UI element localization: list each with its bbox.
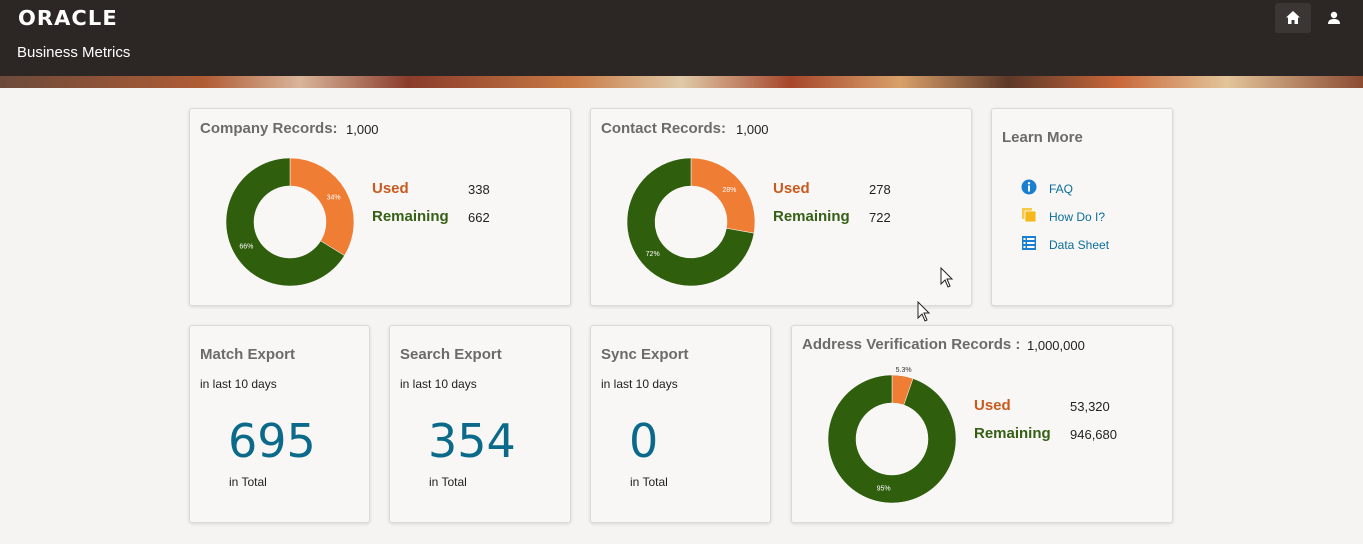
match-export-card: Match Export in last 10 days 695 in Tota…: [189, 325, 370, 523]
used-value: 338: [468, 182, 490, 197]
remaining-percent-label: 66%: [239, 243, 253, 250]
remaining-value: 662: [468, 210, 490, 225]
remaining-percent-label: 72%: [646, 251, 660, 258]
remaining-slice[interactable]: [827, 374, 957, 504]
card-subtitle: in last 10 days: [601, 377, 678, 391]
learn-more-card: Learn More FAQ How Do I? Data Sheet: [991, 108, 1173, 306]
remaining-percent-label: 95%: [877, 485, 891, 492]
total-label: in Total: [229, 475, 267, 489]
total-value: 1,000: [736, 122, 769, 137]
address-verification-card: Address Verification Records : 1,000,000…: [791, 325, 1173, 523]
total-value: 1,000: [346, 122, 379, 137]
match-export-count: 695: [228, 414, 316, 468]
pages-icon[interactable]: [1021, 207, 1037, 223]
card-title: Contact Records:: [601, 120, 727, 137]
header-banner-image: [0, 76, 1363, 88]
company-records-card: Company Records: 1,000 34% 66% Used 338 R…: [189, 108, 571, 306]
total-value: 1,000,000: [1027, 338, 1085, 353]
used-percent-label: 28%: [722, 187, 736, 194]
search-export-count: 354: [428, 414, 516, 468]
card-title: Search Export: [400, 346, 502, 363]
total-label: in Total: [630, 475, 668, 489]
list-icon[interactable]: [1021, 235, 1037, 251]
user-icon: [1328, 11, 1340, 24]
sync-export-count: 0: [629, 414, 659, 468]
used-percent-label: 5.3%: [896, 367, 912, 374]
card-title: Address Verification Records :: [802, 336, 1021, 353]
mouse-cursor: [917, 301, 931, 322]
card-title: Company Records:: [200, 120, 338, 137]
page-title: Business Metrics: [17, 44, 131, 61]
used-percent-label: 34%: [327, 195, 341, 202]
how-do-i-link[interactable]: How Do I?: [1049, 210, 1105, 224]
used-slice[interactable]: [289, 157, 355, 256]
card-subtitle: in last 10 days: [200, 377, 277, 391]
used-value: 53,320: [1070, 399, 1110, 414]
address-donut-chart[interactable]: 5.3% 95%: [827, 367, 957, 504]
card-title: Match Export: [200, 346, 296, 363]
contact-records-card: Contact Records: 1,000 28% 72% Used 278 R…: [590, 108, 972, 306]
mouse-cursor: [940, 267, 954, 288]
remaining-label: Remaining: [974, 425, 1051, 442]
remaining-value: 722: [869, 210, 891, 225]
remaining-label: Remaining: [773, 208, 850, 225]
used-slice[interactable]: [690, 157, 756, 234]
card-title: Sync Export: [601, 346, 689, 363]
used-label: Used: [773, 180, 810, 197]
remaining-value: 946,680: [1070, 427, 1117, 442]
info-icon[interactable]: [1021, 179, 1037, 195]
card-title: Learn More: [1002, 129, 1083, 146]
total-label: in Total: [429, 475, 467, 489]
user-button[interactable]: [1316, 3, 1352, 33]
card-subtitle: in last 10 days: [400, 377, 477, 391]
remaining-label: Remaining: [372, 208, 449, 225]
used-value: 278: [869, 182, 891, 197]
contact-donut-chart[interactable]: 28% 72%: [626, 157, 756, 287]
home-button[interactable]: [1275, 3, 1311, 33]
home-icon: [1286, 11, 1300, 24]
used-label: Used: [974, 397, 1011, 414]
top-bar: ORACLE Business Metrics: [0, 0, 1363, 76]
used-label: Used: [372, 180, 409, 197]
data-sheet-link[interactable]: Data Sheet: [1049, 238, 1109, 252]
faq-link[interactable]: FAQ: [1049, 182, 1073, 196]
company-donut-chart[interactable]: 34% 66%: [225, 157, 355, 287]
oracle-logo[interactable]: ORACLE: [18, 6, 118, 30]
sync-export-card: Sync Export in last 10 days 0 in Total: [590, 325, 771, 523]
search-export-card: Search Export in last 10 days 354 in Tot…: [389, 325, 571, 523]
